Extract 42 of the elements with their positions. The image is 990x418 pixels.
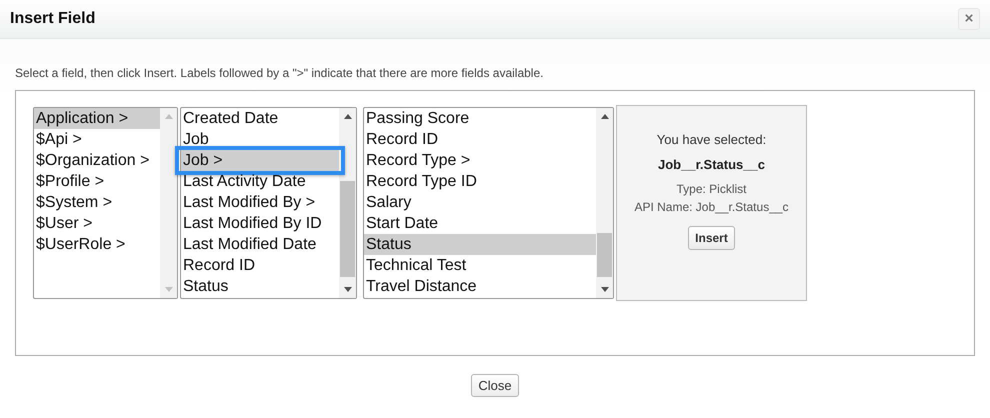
list-option[interactable]: Passing Score <box>364 108 596 129</box>
scroll-thumb[interactable] <box>597 233 612 277</box>
window-title: Insert Field <box>10 10 96 28</box>
field-type: Type: Picklist <box>676 182 747 196</box>
list-option[interactable]: Last Activity Date <box>181 171 339 192</box>
close-dialog-button[interactable]: Close <box>471 374 519 397</box>
list-option[interactable]: $UserRole > <box>34 234 160 255</box>
list-option[interactable]: Job <box>181 129 339 150</box>
field-api-name: API Name: Job__r.Status__c <box>634 200 789 214</box>
list-option[interactable]: Last Modified Date <box>181 234 339 255</box>
list-option[interactable]: $Organization > <box>34 150 160 171</box>
selection-heading: You have selected: <box>656 132 766 147</box>
scroll-thumb[interactable] <box>340 181 355 277</box>
list-option[interactable]: Record Type > <box>364 150 596 171</box>
list-option[interactable]: Record Type ID <box>364 171 596 192</box>
list-option[interactable]: Application > <box>34 108 160 129</box>
list-option[interactable]: Last Modified By ID <box>181 213 339 234</box>
list-option[interactable]: Status <box>181 276 339 297</box>
list-option[interactable]: Created Date <box>181 108 339 129</box>
scroll-up-icon[interactable] <box>344 114 352 119</box>
list-option[interactable]: Start Date <box>364 213 596 234</box>
list-option[interactable]: Last Modified By > <box>181 192 339 213</box>
scroll-down-icon[interactable] <box>600 287 608 292</box>
list-option[interactable]: Record ID <box>181 255 339 276</box>
list-option[interactable]: Salary <box>364 192 596 213</box>
list-option[interactable]: $Profile > <box>34 171 160 192</box>
field-listbox[interactable]: Passing Score Record ID Record Type > Record Type ID Salary Start Date Status Technical Test Travel Distance <box>363 107 614 299</box>
scrollbar[interactable] <box>339 108 356 298</box>
close-button[interactable]: × <box>958 8 980 30</box>
list-option[interactable]: Record ID <box>364 129 596 150</box>
insert-button[interactable]: Insert <box>688 226 735 250</box>
list-option[interactable]: Travel Distance <box>364 276 596 297</box>
list-option[interactable]: $User > <box>34 213 160 234</box>
field-listbox[interactable]: Application > $Api > $Organization > $Profile > $System > $User > $UserRole > <box>33 107 178 299</box>
list-option[interactable]: $System > <box>34 192 160 213</box>
scroll-up-icon[interactable] <box>600 114 608 119</box>
list-option[interactable]: $Api > <box>34 129 160 150</box>
selected-field-name: Job__r.Status__c <box>658 157 765 172</box>
list-option[interactable]: Status <box>364 234 596 255</box>
scroll-down-icon[interactable] <box>344 287 352 292</box>
scrollbar[interactable] <box>596 108 613 298</box>
list-option[interactable]: Technical Test <box>364 255 596 276</box>
